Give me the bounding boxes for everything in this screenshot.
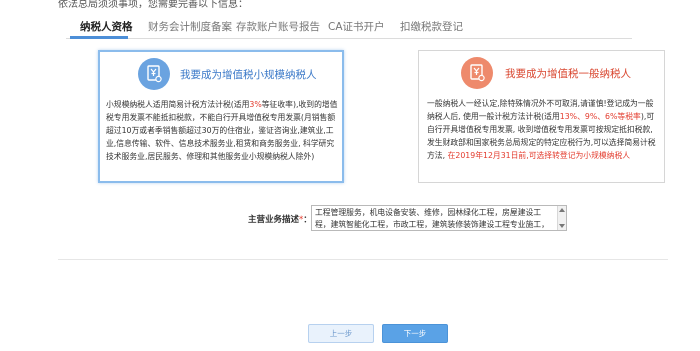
- tab-bar: 纳税人资格 财务会计制度备案 存款账户账号报告 CA证书开户 扣缴税款登记: [66, 11, 632, 39]
- small-scale-taxpayer-card[interactable]: 我要成为增值税小规模纳税人 小规模纳税人适用简易计税方法计税(适用3%等征收率)…: [98, 50, 344, 183]
- general-taxpayer-card[interactable]: 我要成为增值税一般纳税人 一般纳税人一经认定,除特殊情况外不可取消,请谨慎!登记…: [418, 50, 665, 183]
- description-text: 等征收率),收到的增值税专用发票不能抵扣税款，不能自行开具增值税专用发票(月销售…: [106, 100, 338, 161]
- tab-accounting-system-filing[interactable]: 财务会计制度备案: [148, 19, 232, 34]
- active-tab-indicator: [70, 36, 128, 39]
- taxpayer-document-icon: [461, 57, 493, 89]
- scroll-up-arrow-icon[interactable]: [559, 208, 565, 212]
- small-taxpayer-description: 小规模纳税人适用简易计税方法计税(适用3%等征收率),收到的增值税专用发票不能抵…: [106, 98, 338, 163]
- tab-tax-withholding-registration[interactable]: 扣缴税款登记: [400, 19, 463, 34]
- card-header: 我要成为增值税一般纳税人: [419, 57, 664, 89]
- tab-deposit-account-report[interactable]: 存款账户账号报告: [236, 19, 320, 34]
- business-description-textarea[interactable]: 工程管理服务，机电设备安装、维修，园林绿化工程，房屋建设工程，建筑智能化工程，市…: [311, 205, 567, 231]
- tab-ca-certificate[interactable]: CA证书开户: [328, 19, 385, 34]
- scroll-down-arrow-icon[interactable]: [559, 224, 565, 228]
- description-text: 小规模纳税人适用简易计税方法计税(适用: [106, 100, 250, 109]
- rate-highlight: 3%: [249, 100, 262, 109]
- business-description-label: 主营业务描述*：: [248, 213, 312, 225]
- divider: [58, 259, 668, 260]
- tab-taxpayer-qualification[interactable]: 纳税人资格: [80, 19, 133, 34]
- general-taxpayer-title: 我要成为增值税一般纳税人: [505, 68, 631, 80]
- notice-text: 依法总局须须事项，您需要完善以下信息：: [58, 0, 248, 10]
- business-description-value: 工程管理服务，机电设备安装、维修，园林绿化工程，房屋建设工程，建筑智能化工程，市…: [315, 208, 549, 229]
- rates-highlight: 13%、9%、6%等税率: [559, 112, 641, 121]
- textarea-scrollbar[interactable]: [557, 206, 566, 230]
- general-taxpayer-description: 一般纳税人一经认定,除特殊情况外不可取消,请谨慎!登记成为一般纳税人后, 使用一…: [427, 97, 660, 162]
- label-text: 主营业务描述: [248, 215, 300, 225]
- taxpayer-document-icon: [138, 58, 170, 90]
- deadline-highlight: 在2019年12月31日前,可选择转登记为小规模纳税人: [447, 151, 631, 160]
- small-taxpayer-title: 我要成为增值税小规模纳税人: [180, 69, 317, 81]
- prev-step-button[interactable]: 上一步: [308, 324, 374, 343]
- card-header: 我要成为增值税小规模纳税人: [100, 58, 342, 90]
- next-step-button[interactable]: 下一步: [382, 324, 448, 343]
